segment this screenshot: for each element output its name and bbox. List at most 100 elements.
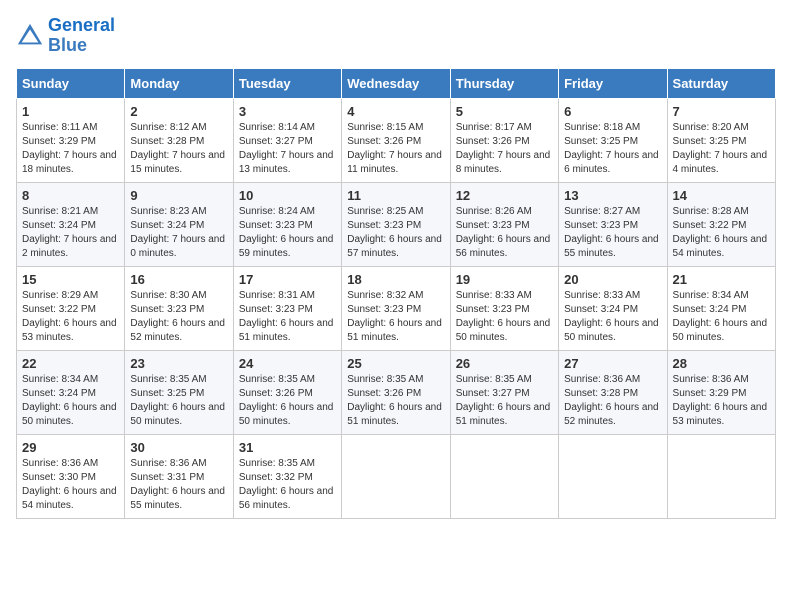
day-number: 2 bbox=[130, 104, 227, 119]
cell-info: Sunrise: 8:24 AMSunset: 3:23 PMDaylight:… bbox=[239, 205, 336, 261]
calendar-cell: 3 Sunrise: 8:14 AMSunset: 3:27 PMDayligh… bbox=[233, 98, 341, 182]
day-number: 22 bbox=[22, 356, 119, 371]
day-number: 24 bbox=[239, 356, 336, 371]
day-number: 8 bbox=[22, 188, 119, 203]
calendar-cell: 21 Sunrise: 8:34 AMSunset: 3:24 PMDaylig… bbox=[667, 266, 775, 350]
cell-info: Sunrise: 8:29 AMSunset: 3:22 PMDaylight:… bbox=[22, 289, 119, 345]
calendar-cell: 17 Sunrise: 8:31 AMSunset: 3:23 PMDaylig… bbox=[233, 266, 341, 350]
cell-info: Sunrise: 8:35 AMSunset: 3:25 PMDaylight:… bbox=[130, 373, 227, 429]
day-number: 10 bbox=[239, 188, 336, 203]
calendar-cell: 26 Sunrise: 8:35 AMSunset: 3:27 PMDaylig… bbox=[450, 350, 558, 434]
cell-info: Sunrise: 8:35 AMSunset: 3:32 PMDaylight:… bbox=[239, 457, 336, 513]
logo: General Blue bbox=[16, 16, 115, 56]
cell-info: Sunrise: 8:18 AMSunset: 3:25 PMDaylight:… bbox=[564, 121, 661, 177]
day-number: 15 bbox=[22, 272, 119, 287]
cell-info: Sunrise: 8:31 AMSunset: 3:23 PMDaylight:… bbox=[239, 289, 336, 345]
calendar-cell: 13 Sunrise: 8:27 AMSunset: 3:23 PMDaylig… bbox=[559, 182, 667, 266]
cell-info: Sunrise: 8:36 AMSunset: 3:29 PMDaylight:… bbox=[673, 373, 770, 429]
calendar-cell: 23 Sunrise: 8:35 AMSunset: 3:25 PMDaylig… bbox=[125, 350, 233, 434]
calendar-week-row: 29 Sunrise: 8:36 AMSunset: 3:30 PMDaylig… bbox=[17, 434, 776, 518]
day-number: 31 bbox=[239, 440, 336, 455]
day-number: 4 bbox=[347, 104, 444, 119]
day-number: 20 bbox=[564, 272, 661, 287]
calendar-cell: 12 Sunrise: 8:26 AMSunset: 3:23 PMDaylig… bbox=[450, 182, 558, 266]
calendar-week-row: 8 Sunrise: 8:21 AMSunset: 3:24 PMDayligh… bbox=[17, 182, 776, 266]
day-number: 23 bbox=[130, 356, 227, 371]
calendar-cell: 5 Sunrise: 8:17 AMSunset: 3:26 PMDayligh… bbox=[450, 98, 558, 182]
calendar-cell: 20 Sunrise: 8:33 AMSunset: 3:24 PMDaylig… bbox=[559, 266, 667, 350]
calendar-cell: 31 Sunrise: 8:35 AMSunset: 3:32 PMDaylig… bbox=[233, 434, 341, 518]
calendar-cell: 4 Sunrise: 8:15 AMSunset: 3:26 PMDayligh… bbox=[342, 98, 450, 182]
day-number: 18 bbox=[347, 272, 444, 287]
calendar-cell: 28 Sunrise: 8:36 AMSunset: 3:29 PMDaylig… bbox=[667, 350, 775, 434]
cell-info: Sunrise: 8:35 AMSunset: 3:26 PMDaylight:… bbox=[239, 373, 336, 429]
day-number: 26 bbox=[456, 356, 553, 371]
cell-info: Sunrise: 8:33 AMSunset: 3:24 PMDaylight:… bbox=[564, 289, 661, 345]
day-number: 1 bbox=[22, 104, 119, 119]
day-number: 21 bbox=[673, 272, 770, 287]
day-number: 17 bbox=[239, 272, 336, 287]
cell-info: Sunrise: 8:36 AMSunset: 3:28 PMDaylight:… bbox=[564, 373, 661, 429]
calendar-body: 1 Sunrise: 8:11 AMSunset: 3:29 PMDayligh… bbox=[17, 98, 776, 518]
day-number: 29 bbox=[22, 440, 119, 455]
cell-info: Sunrise: 8:34 AMSunset: 3:24 PMDaylight:… bbox=[673, 289, 770, 345]
day-number: 16 bbox=[130, 272, 227, 287]
cell-info: Sunrise: 8:33 AMSunset: 3:23 PMDaylight:… bbox=[456, 289, 553, 345]
calendar-cell: 29 Sunrise: 8:36 AMSunset: 3:30 PMDaylig… bbox=[17, 434, 125, 518]
day-number: 28 bbox=[673, 356, 770, 371]
cell-info: Sunrise: 8:20 AMSunset: 3:25 PMDaylight:… bbox=[673, 121, 770, 177]
cell-info: Sunrise: 8:27 AMSunset: 3:23 PMDaylight:… bbox=[564, 205, 661, 261]
cell-info: Sunrise: 8:30 AMSunset: 3:23 PMDaylight:… bbox=[130, 289, 227, 345]
day-number: 6 bbox=[564, 104, 661, 119]
cell-info: Sunrise: 8:36 AMSunset: 3:31 PMDaylight:… bbox=[130, 457, 227, 513]
calendar-cell: 1 Sunrise: 8:11 AMSunset: 3:29 PMDayligh… bbox=[17, 98, 125, 182]
cell-info: Sunrise: 8:15 AMSunset: 3:26 PMDaylight:… bbox=[347, 121, 444, 177]
calendar-cell: 16 Sunrise: 8:30 AMSunset: 3:23 PMDaylig… bbox=[125, 266, 233, 350]
calendar-cell: 7 Sunrise: 8:20 AMSunset: 3:25 PMDayligh… bbox=[667, 98, 775, 182]
cell-info: Sunrise: 8:35 AMSunset: 3:26 PMDaylight:… bbox=[347, 373, 444, 429]
cell-info: Sunrise: 8:21 AMSunset: 3:24 PMDaylight:… bbox=[22, 205, 119, 261]
calendar-cell: 25 Sunrise: 8:35 AMSunset: 3:26 PMDaylig… bbox=[342, 350, 450, 434]
calendar-cell: 2 Sunrise: 8:12 AMSunset: 3:28 PMDayligh… bbox=[125, 98, 233, 182]
cell-info: Sunrise: 8:36 AMSunset: 3:30 PMDaylight:… bbox=[22, 457, 119, 513]
cell-info: Sunrise: 8:32 AMSunset: 3:23 PMDaylight:… bbox=[347, 289, 444, 345]
logo-icon bbox=[16, 22, 44, 50]
cell-info: Sunrise: 8:17 AMSunset: 3:26 PMDaylight:… bbox=[456, 121, 553, 177]
calendar-cell: 11 Sunrise: 8:25 AMSunset: 3:23 PMDaylig… bbox=[342, 182, 450, 266]
day-number: 7 bbox=[673, 104, 770, 119]
cell-info: Sunrise: 8:11 AMSunset: 3:29 PMDaylight:… bbox=[22, 121, 119, 177]
day-number: 27 bbox=[564, 356, 661, 371]
cell-info: Sunrise: 8:28 AMSunset: 3:22 PMDaylight:… bbox=[673, 205, 770, 261]
calendar-cell: 22 Sunrise: 8:34 AMSunset: 3:24 PMDaylig… bbox=[17, 350, 125, 434]
day-header: Sunday bbox=[17, 68, 125, 98]
cell-info: Sunrise: 8:14 AMSunset: 3:27 PMDaylight:… bbox=[239, 121, 336, 177]
day-header: Saturday bbox=[667, 68, 775, 98]
day-number: 5 bbox=[456, 104, 553, 119]
page-header: General Blue bbox=[16, 16, 776, 56]
calendar-cell bbox=[559, 434, 667, 518]
calendar-cell: 14 Sunrise: 8:28 AMSunset: 3:22 PMDaylig… bbox=[667, 182, 775, 266]
cell-info: Sunrise: 8:12 AMSunset: 3:28 PMDaylight:… bbox=[130, 121, 227, 177]
day-number: 3 bbox=[239, 104, 336, 119]
day-number: 25 bbox=[347, 356, 444, 371]
logo-text: General Blue bbox=[48, 16, 115, 56]
calendar-cell: 19 Sunrise: 8:33 AMSunset: 3:23 PMDaylig… bbox=[450, 266, 558, 350]
day-number: 12 bbox=[456, 188, 553, 203]
cell-info: Sunrise: 8:26 AMSunset: 3:23 PMDaylight:… bbox=[456, 205, 553, 261]
day-number: 13 bbox=[564, 188, 661, 203]
calendar-cell: 24 Sunrise: 8:35 AMSunset: 3:26 PMDaylig… bbox=[233, 350, 341, 434]
calendar-cell: 6 Sunrise: 8:18 AMSunset: 3:25 PMDayligh… bbox=[559, 98, 667, 182]
calendar-header-row: SundayMondayTuesdayWednesdayThursdayFrid… bbox=[17, 68, 776, 98]
calendar-week-row: 1 Sunrise: 8:11 AMSunset: 3:29 PMDayligh… bbox=[17, 98, 776, 182]
calendar-cell: 18 Sunrise: 8:32 AMSunset: 3:23 PMDaylig… bbox=[342, 266, 450, 350]
day-number: 14 bbox=[673, 188, 770, 203]
day-number: 30 bbox=[130, 440, 227, 455]
calendar-cell: 8 Sunrise: 8:21 AMSunset: 3:24 PMDayligh… bbox=[17, 182, 125, 266]
calendar-cell bbox=[667, 434, 775, 518]
calendar-cell bbox=[450, 434, 558, 518]
day-number: 9 bbox=[130, 188, 227, 203]
calendar-week-row: 15 Sunrise: 8:29 AMSunset: 3:22 PMDaylig… bbox=[17, 266, 776, 350]
calendar-cell bbox=[342, 434, 450, 518]
cell-info: Sunrise: 8:23 AMSunset: 3:24 PMDaylight:… bbox=[130, 205, 227, 261]
calendar-cell: 10 Sunrise: 8:24 AMSunset: 3:23 PMDaylig… bbox=[233, 182, 341, 266]
